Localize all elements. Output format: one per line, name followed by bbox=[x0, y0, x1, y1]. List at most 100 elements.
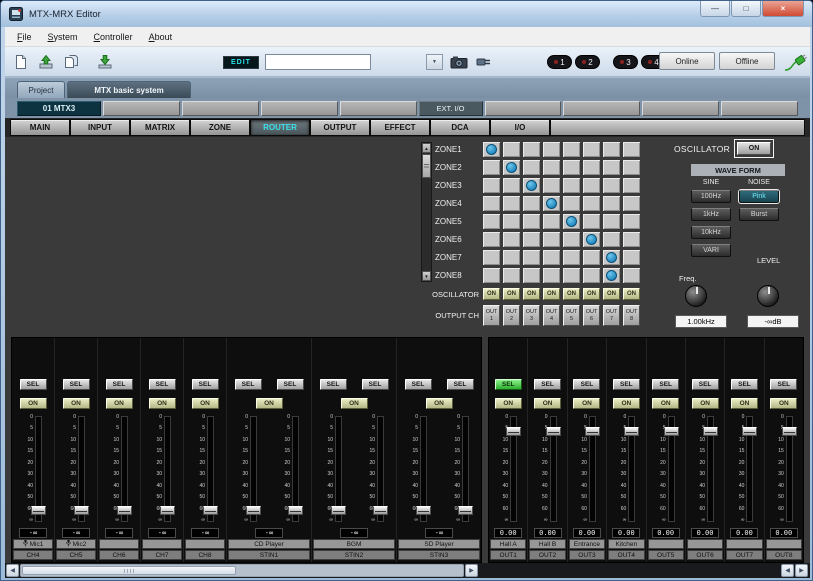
scroll-up-button[interactable]: ▲ bbox=[422, 143, 431, 153]
router-cell[interactable] bbox=[563, 142, 580, 157]
tab-output[interactable]: OUTPUT bbox=[310, 119, 370, 136]
router-cell[interactable] bbox=[583, 232, 600, 247]
oscillator-on-button[interactable]: ON bbox=[603, 288, 620, 300]
menu-about[interactable]: About bbox=[141, 29, 181, 45]
fader[interactable]: 0510152030405060∞ bbox=[153, 414, 171, 524]
router-cell[interactable] bbox=[583, 160, 600, 175]
device-slot-empty[interactable] bbox=[182, 101, 259, 116]
sel-button[interactable]: SEL bbox=[320, 379, 347, 390]
router-cell[interactable] bbox=[503, 142, 520, 157]
sel-button[interactable]: SEL bbox=[106, 379, 133, 390]
on-button[interactable]: ON bbox=[426, 398, 453, 409]
fader-handle[interactable] bbox=[246, 506, 261, 515]
router-cell[interactable] bbox=[623, 178, 640, 193]
titlebar[interactable]: MTX-MRX Editor — □ × bbox=[1, 1, 812, 27]
fader[interactable]: 0510152030405060∞ bbox=[366, 414, 384, 524]
router-cell[interactable] bbox=[503, 214, 520, 229]
on-button[interactable]: ON bbox=[534, 398, 561, 409]
fader-handle[interactable] bbox=[74, 506, 89, 515]
router-cell[interactable] bbox=[543, 250, 560, 265]
output-ch-button[interactable]: OUT3 bbox=[523, 305, 540, 326]
fader-handle[interactable] bbox=[782, 427, 797, 436]
router-cell[interactable] bbox=[623, 196, 640, 211]
on-button[interactable]: ON bbox=[106, 398, 133, 409]
oscillator-on-button[interactable]: ON bbox=[523, 288, 540, 300]
tab-mtx-basic-system[interactable]: MTX basic system bbox=[67, 81, 191, 98]
oscillator-on-button[interactable]: ON bbox=[543, 288, 560, 300]
on-button[interactable]: ON bbox=[256, 398, 283, 409]
fader[interactable]: 0510152030405060∞ bbox=[451, 414, 469, 524]
router-cell[interactable] bbox=[523, 196, 540, 211]
close-button[interactable]: × bbox=[762, 1, 804, 17]
router-cell[interactable] bbox=[603, 232, 620, 247]
scroll-left-button[interactable]: ◀ bbox=[6, 564, 19, 577]
router-cell[interactable] bbox=[523, 160, 540, 175]
menu-file[interactable]: File bbox=[9, 29, 40, 45]
menu-system[interactable]: System bbox=[40, 29, 86, 45]
preset-combo-input[interactable] bbox=[265, 54, 371, 70]
fader-handle[interactable] bbox=[288, 506, 303, 515]
fader-handle[interactable] bbox=[373, 506, 388, 515]
sel-button[interactable]: SEL bbox=[495, 379, 522, 390]
scroll-right-button-right-panel[interactable]: ▶ bbox=[795, 564, 808, 577]
router-cell[interactable] bbox=[563, 232, 580, 247]
fader[interactable]: 0510152030405060∞ bbox=[775, 414, 793, 524]
output-ch-button[interactable]: OUT8 bbox=[623, 305, 640, 326]
router-cell[interactable] bbox=[523, 250, 540, 265]
router-cell[interactable] bbox=[543, 160, 560, 175]
on-button[interactable]: ON bbox=[495, 398, 522, 409]
router-cell[interactable] bbox=[603, 178, 620, 193]
router-cell[interactable] bbox=[483, 268, 500, 283]
sel-button[interactable]: SEL bbox=[447, 379, 474, 390]
on-button[interactable]: ON bbox=[731, 398, 758, 409]
tab-router[interactable]: ROUTER bbox=[250, 119, 310, 136]
router-cell[interactable] bbox=[503, 160, 520, 175]
sel-button[interactable]: SEL bbox=[63, 379, 90, 390]
router-cell[interactable] bbox=[603, 160, 620, 175]
on-button[interactable]: ON bbox=[192, 398, 219, 409]
router-cell[interactable] bbox=[623, 214, 640, 229]
sel-button[interactable]: SEL bbox=[235, 379, 262, 390]
sel-button[interactable]: SEL bbox=[692, 379, 719, 390]
offline-button[interactable]: Offline bbox=[719, 52, 775, 70]
wave-pink[interactable]: Pink bbox=[739, 190, 779, 203]
sel-button[interactable]: SEL bbox=[192, 379, 219, 390]
wave-100hz[interactable]: 100Hz bbox=[691, 190, 731, 203]
on-button[interactable]: ON bbox=[652, 398, 679, 409]
fader[interactable]: 0510152030405060∞ bbox=[324, 414, 342, 524]
fader[interactable]: 0510152030405060∞ bbox=[539, 414, 557, 524]
fader-handle[interactable] bbox=[664, 427, 679, 436]
fader[interactable]: 0510152030405060∞ bbox=[239, 414, 257, 524]
on-button[interactable]: ON bbox=[692, 398, 719, 409]
sel-button[interactable]: SEL bbox=[534, 379, 561, 390]
fader[interactable]: 0510152030405060∞ bbox=[281, 414, 299, 524]
router-cell[interactable] bbox=[603, 214, 620, 229]
connection-setup-icon[interactable] bbox=[472, 51, 495, 73]
fader-handle[interactable] bbox=[117, 506, 132, 515]
router-cell[interactable] bbox=[483, 178, 500, 193]
router-cell[interactable] bbox=[483, 250, 500, 265]
router-cell[interactable] bbox=[483, 214, 500, 229]
router-cell[interactable] bbox=[523, 178, 540, 193]
device-slot-empty[interactable] bbox=[642, 101, 719, 116]
output-ch-button[interactable]: OUT6 bbox=[583, 305, 600, 326]
sel-button[interactable]: SEL bbox=[613, 379, 640, 390]
wave-vari[interactable]: VARI bbox=[691, 244, 731, 257]
router-cell[interactable] bbox=[523, 268, 540, 283]
output-ch-button[interactable]: OUT5 bbox=[563, 305, 580, 326]
fader[interactable]: 0510152030405060∞ bbox=[24, 414, 42, 524]
router-cell[interactable] bbox=[563, 214, 580, 229]
router-cell[interactable] bbox=[543, 196, 560, 211]
router-cell[interactable] bbox=[483, 196, 500, 211]
device-01-mtx3[interactable]: 01 MTX3 bbox=[17, 101, 101, 116]
router-cell[interactable] bbox=[543, 232, 560, 247]
router-cell[interactable] bbox=[583, 196, 600, 211]
maximize-button[interactable]: □ bbox=[731, 1, 761, 17]
router-cell[interactable] bbox=[543, 214, 560, 229]
router-cell[interactable] bbox=[483, 232, 500, 247]
fader[interactable]: 0510152030405060∞ bbox=[578, 414, 596, 524]
device-slot-empty[interactable] bbox=[485, 101, 562, 116]
horizontal-scroll-track[interactable] bbox=[20, 564, 464, 577]
fader-handle[interactable] bbox=[331, 506, 346, 515]
router-cell[interactable] bbox=[583, 250, 600, 265]
